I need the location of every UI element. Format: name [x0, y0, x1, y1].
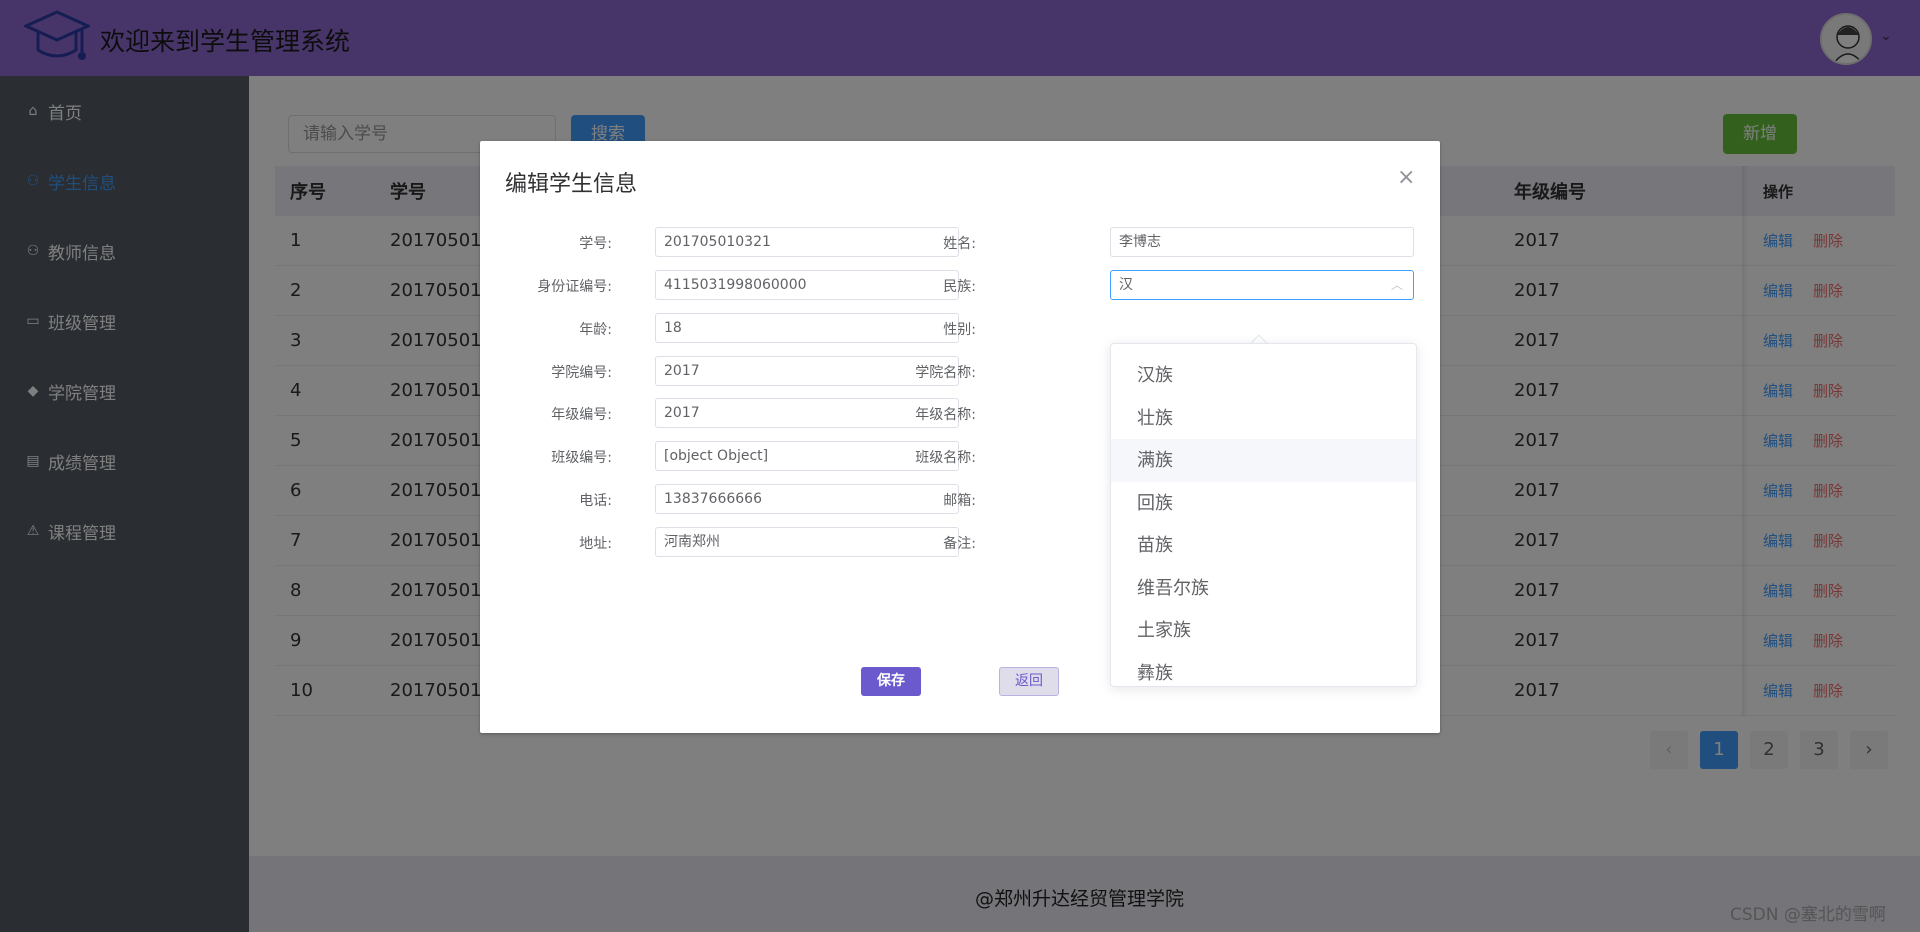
- field-label: 民族:: [943, 279, 976, 295]
- field-label: 备注:: [943, 536, 976, 552]
- dropdown-option[interactable]: 壮族: [1111, 397, 1416, 440]
- dropdown-option[interactable]: 维吾尔族: [1111, 567, 1416, 610]
- input-value: 李博志: [1119, 234, 1161, 250]
- save-button[interactable]: 保存: [861, 667, 921, 696]
- dialog-title: 编辑学生信息: [505, 172, 638, 197]
- dropdown-option[interactable]: 汉族: [1111, 354, 1416, 397]
- ethnicity-select[interactable]: 汉 ︿: [1110, 270, 1414, 300]
- dropdown-option[interactable]: 回族: [1111, 482, 1416, 525]
- dropdown-option[interactable]: 满族: [1111, 439, 1416, 482]
- watermark: CSDN @塞北的雪啊: [1730, 905, 1886, 925]
- form-input[interactable]: 李博志: [1110, 227, 1414, 257]
- field-label: 邮箱:: [943, 493, 976, 509]
- dropdown-option[interactable]: 苗族: [1111, 524, 1416, 567]
- field-label: 年级编号:: [551, 407, 612, 423]
- field-label: 班级编号:: [551, 450, 612, 466]
- close-icon[interactable]: ×: [1397, 165, 1415, 190]
- field-label: 班级名称:: [915, 450, 976, 466]
- dropdown-option[interactable]: 彝族: [1111, 652, 1416, 687]
- field-label: 地址:: [579, 536, 612, 552]
- input-value: 汉: [1119, 277, 1133, 293]
- field-label: 电话:: [579, 493, 612, 509]
- chevron-up-icon: ︿: [1390, 278, 1403, 292]
- field-label: 年龄:: [579, 322, 612, 338]
- field-label: 学院编号:: [551, 365, 612, 381]
- field-label: 性别:: [943, 322, 976, 338]
- ethnicity-dropdown: 汉族 壮族 满族 回族 苗族 维吾尔族 土家族 彝族: [1110, 343, 1417, 687]
- field-label: 姓名:: [943, 236, 976, 252]
- field-label: 年级名称:: [915, 407, 976, 423]
- dropdown-option[interactable]: 土家族: [1111, 609, 1416, 652]
- field-label: 学号:: [579, 236, 612, 252]
- back-button[interactable]: 返回: [999, 667, 1059, 696]
- field-label: 身份证编号:: [537, 279, 612, 295]
- field-label: 学院名称:: [915, 365, 976, 381]
